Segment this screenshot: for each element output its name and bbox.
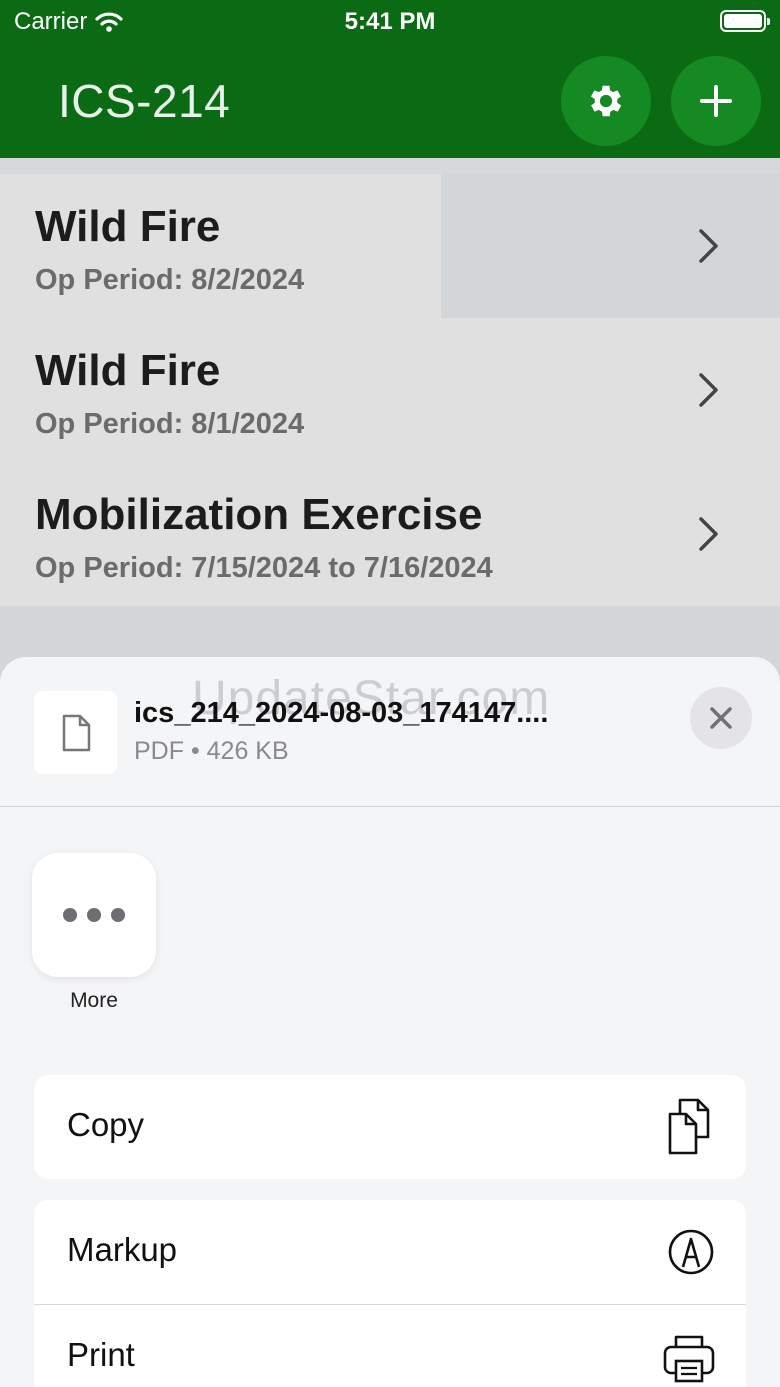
document-icon (62, 714, 90, 751)
file-meta: PDF • 426 KB (134, 737, 289, 765)
page-title: ICS-214 (58, 75, 231, 127)
more-dot (87, 908, 101, 922)
print-action-label: Print (67, 1336, 135, 1373)
list-item-title: Mobilization Exercise (35, 490, 483, 539)
markup-action[interactable]: Markup (34, 1200, 746, 1304)
printer-icon (663, 1335, 715, 1383)
chevron-right-icon (699, 373, 718, 407)
add-button[interactable] (671, 56, 761, 146)
chevron-right-icon (699, 229, 718, 263)
share-sheet-header: UpdateStar.com ics_214_2024-08-03_174147… (0, 657, 780, 807)
settings-button[interactable] (561, 56, 651, 146)
gear-icon (590, 85, 622, 117)
navigation-bar: ICS-214 (0, 44, 780, 158)
more-apps-label: More (70, 989, 118, 1012)
copy-action-label: Copy (67, 1106, 145, 1143)
list-item-title: Wild Fire (35, 202, 221, 251)
status-time: 5:41 PM (344, 8, 436, 35)
copy-action[interactable]: Copy (34, 1075, 746, 1179)
chevron-right-icon (699, 517, 718, 551)
list-item[interactable]: Mobilization Exercise Op Period: 7/15/20… (0, 462, 780, 606)
more-apps-button[interactable] (32, 853, 156, 977)
close-icon (710, 707, 732, 729)
status-bar: Carrier 5:41 PM (0, 0, 780, 44)
battery-icon (720, 10, 770, 32)
list-item-title: Wild Fire (35, 346, 221, 395)
action-group-more: Markup Print (34, 1200, 746, 1387)
copy-icon (668, 1098, 710, 1155)
print-action[interactable]: Print (34, 1304, 746, 1387)
more-dots-icon (63, 908, 77, 922)
close-button[interactable] (690, 687, 752, 749)
file-name: ics_214_2024-08-03_174147.... (134, 697, 549, 729)
list-item-subtitle: Op Period: 7/15/2024 to 7/16/2024 (35, 552, 493, 584)
list-item[interactable]: Wild Fire Op Period: 8/2/2024 (0, 174, 780, 318)
action-group-copy: Copy (34, 1075, 746, 1179)
list-item-subtitle: Op Period: 8/2/2024 (35, 264, 305, 296)
share-sheet: UpdateStar.com ics_214_2024-08-03_174147… (0, 657, 780, 1387)
markup-icon (668, 1229, 714, 1275)
file-thumbnail (34, 691, 117, 774)
markup-action-label: Markup (67, 1231, 178, 1268)
incident-list: Wild Fire Op Period: 8/2/2024 Wild Fire … (0, 158, 780, 606)
more-dot (111, 908, 125, 922)
list-item-subtitle: Op Period: 8/1/2024 (35, 408, 305, 440)
plus-icon (700, 85, 732, 117)
list-item[interactable]: Wild Fire Op Period: 8/1/2024 (0, 318, 780, 462)
